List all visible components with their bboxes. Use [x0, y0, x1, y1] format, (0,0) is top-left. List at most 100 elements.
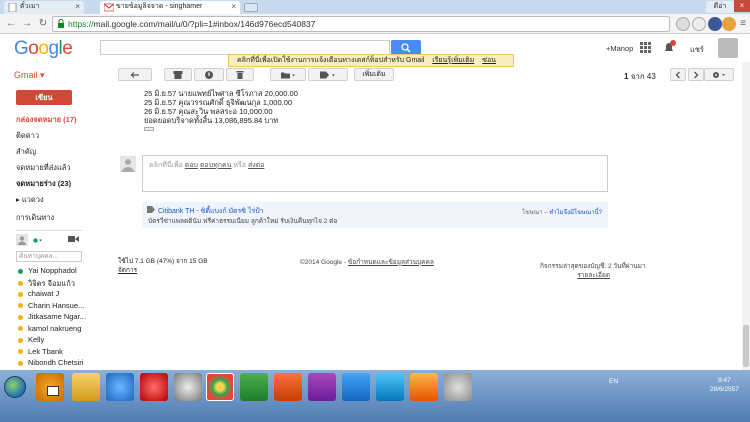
- video-call-icon[interactable]: [68, 235, 79, 243]
- close-tab-icon[interactable]: ×: [75, 1, 80, 13]
- people-search-input[interactable]: ค้นหาบุคคล...: [16, 251, 82, 262]
- sidebar-item-sent[interactable]: จดหมายที่ส่งแล้ว: [16, 162, 71, 174]
- forward-icon[interactable]: →: [20, 17, 34, 31]
- extension-icon[interactable]: [722, 17, 736, 31]
- trash-icon: [236, 70, 244, 79]
- onenote-icon[interactable]: [308, 373, 336, 401]
- search-button[interactable]: [391, 40, 421, 55]
- back-to-inbox-button[interactable]: [118, 68, 152, 81]
- omnibox[interactable]: https://mail.google.com/mail/u/0/?pli=1#…: [52, 16, 670, 32]
- gmail-menu[interactable]: Gmail ▾: [14, 70, 45, 81]
- office-app-icon[interactable]: [410, 373, 438, 401]
- contact-item[interactable]: วิจิตร จีอมแก้ว: [18, 278, 75, 290]
- powerpoint-icon[interactable]: [274, 373, 302, 401]
- hide-banner-link[interactable]: ซ่อน: [482, 57, 496, 64]
- browser-tab[interactable]: ตั๋วเมา ×: [4, 1, 84, 14]
- reply-box[interactable]: คลิกที่นี่เพื่อ ตอบ ตอบทุกคน หรือ ส่งต่อ: [142, 155, 608, 192]
- plus-user-link[interactable]: +Manop: [606, 44, 633, 53]
- internet-explorer-icon[interactable]: [106, 373, 134, 401]
- contact-item[interactable]: Lek Tbank: [18, 347, 63, 356]
- system-tool-icon[interactable]: [444, 373, 472, 401]
- archive-button[interactable]: [164, 68, 192, 81]
- contact-name: Lek Tbank: [28, 346, 63, 356]
- facebook-icon[interactable]: [708, 17, 722, 31]
- banner-text[interactable]: คลิกที่นี่เพื่อเปิดใช้งานการแจ้งเตือนทาง…: [237, 57, 424, 64]
- menu-icon[interactable]: ≡: [736, 17, 750, 31]
- sidebar-item-inbox[interactable]: กล่องจดหมาย (17): [16, 114, 76, 126]
- manage-storage-link[interactable]: จัดการ: [118, 266, 208, 275]
- browser-user-badge[interactable]: ดีอ่า: [706, 1, 734, 13]
- settings-button[interactable]: [704, 68, 734, 81]
- move-to-button[interactable]: [270, 68, 306, 81]
- ad-why-link[interactable]: โฆษณา – ทำไมจึงมีโฆษณานี้?: [522, 207, 602, 217]
- back-arrow-icon: [130, 71, 139, 78]
- newer-button[interactable]: [670, 68, 686, 81]
- reply-hint: คลิกที่นี่เพื่อ ตอบ ตอบทุกคน หรือ ส่งต่อ: [149, 160, 264, 171]
- sponsored-ad[interactable]: Citibank TH - ซิตี้แบงก์ บัตรซิ ไร่ป้า บ…: [142, 202, 608, 228]
- eye-extension-icon[interactable]: [676, 17, 690, 31]
- back-icon[interactable]: ←: [4, 17, 18, 31]
- new-tab-button[interactable]: [244, 3, 258, 12]
- label-icon: [320, 71, 335, 78]
- search-input[interactable]: [100, 40, 390, 55]
- start-button[interactable]: [4, 376, 26, 398]
- report-spam-button[interactable]: [194, 68, 224, 81]
- reply-link[interactable]: ตอบ: [185, 162, 198, 169]
- labels-button[interactable]: [308, 68, 348, 81]
- word-icon[interactable]: [342, 373, 370, 401]
- contact-item[interactable]: kamol nakrueng: [18, 324, 81, 333]
- reply-all-link[interactable]: ตอบทุกคน: [200, 162, 232, 169]
- sidebar-item-drafts[interactable]: จดหมายร่าง (23): [16, 178, 71, 190]
- outlook-icon[interactable]: [376, 373, 404, 401]
- status-dot-icon: [18, 360, 23, 366]
- contact-item[interactable]: Yai Nopphadol: [18, 266, 77, 275]
- scrollbar-thumb[interactable]: [743, 325, 749, 367]
- contact-item[interactable]: chaiwat J: [18, 289, 59, 298]
- scrollbar[interactable]: [742, 62, 750, 370]
- browser-tab-active[interactable]: ขายข้อมูลิจจาด - singhamer ×: [100, 1, 240, 14]
- user-icon: [122, 159, 134, 172]
- star-icon[interactable]: [692, 17, 706, 31]
- excel-icon[interactable]: [240, 373, 268, 401]
- show-trimmed-content-button[interactable]: [144, 127, 154, 131]
- sidebar-item-circles[interactable]: ▸ แวดวง: [16, 194, 44, 206]
- compose-button[interactable]: เขียน: [16, 90, 72, 105]
- older-button[interactable]: [688, 68, 704, 81]
- chrome-icon[interactable]: [206, 373, 234, 401]
- google-logo[interactable]: Google: [14, 38, 73, 60]
- sidebar-item-starred[interactable]: ติดดาว: [16, 130, 39, 142]
- language-indicator[interactable]: EN: [609, 378, 618, 385]
- storage-text: ใช้ไป 7.1 GB (47%) จาก 15 GB: [118, 258, 208, 265]
- chat-popup-icon[interactable]: [47, 386, 59, 396]
- close-tab-icon[interactable]: ×: [231, 1, 236, 13]
- system-clock[interactable]: 9:47 28/6/2557: [710, 376, 739, 394]
- sidebar-item-travel[interactable]: การเดินทาง: [16, 212, 54, 224]
- contact-item[interactable]: Charin Hansue...: [18, 301, 84, 310]
- terms-link[interactable]: ข้อกำหนดและข้อมูลส่วนบุคคล: [348, 259, 434, 266]
- apps-grid-icon[interactable]: [640, 42, 651, 53]
- sidebar-item-important[interactable]: สำคัญ: [16, 146, 36, 158]
- close-window-icon[interactable]: ×: [734, 0, 750, 12]
- notifications-bell-icon[interactable]: [662, 40, 676, 54]
- learn-more-link[interactable]: เรียนรู้เพิ่มเติม: [432, 57, 474, 64]
- contact-item[interactable]: Kelly: [18, 335, 44, 344]
- chevron-right-icon: [694, 71, 699, 78]
- share-link[interactable]: แชร์: [690, 44, 704, 56]
- details-link[interactable]: รายละเอียด: [540, 271, 610, 280]
- status-dot-icon[interactable]: [33, 238, 43, 243]
- contact-item[interactable]: Jitkasame Ngar...: [18, 312, 86, 321]
- user-icon[interactable]: [16, 234, 28, 246]
- more-button[interactable]: เพิ่มเติม: [354, 68, 394, 81]
- delete-button[interactable]: [226, 68, 254, 81]
- address-row: ← → ↻ https://mail.google.com/mail/u/0/?…: [0, 14, 750, 34]
- forward-link[interactable]: ส่งต่อ: [248, 162, 264, 169]
- why-this-ad-link[interactable]: ทำไมจึงมีโฆษณานี้?: [549, 210, 602, 216]
- avatar[interactable]: [718, 38, 738, 58]
- pin-app-icon[interactable]: [140, 373, 168, 401]
- donation-total: ยอดยอดบริจาคทั้งสิ้น 13,086,895.84 บาท: [144, 116, 279, 125]
- reload-icon[interactable]: ↻: [36, 17, 50, 31]
- clock-app-icon[interactable]: [174, 373, 202, 401]
- contact-item[interactable]: Nibondh Chetsiri: [18, 358, 83, 367]
- file-explorer-icon[interactable]: [72, 373, 100, 401]
- browser-tabstrip: ตั๋วเมา × ขายข้อมูลิจจาด - singhamer × ด…: [0, 0, 750, 14]
